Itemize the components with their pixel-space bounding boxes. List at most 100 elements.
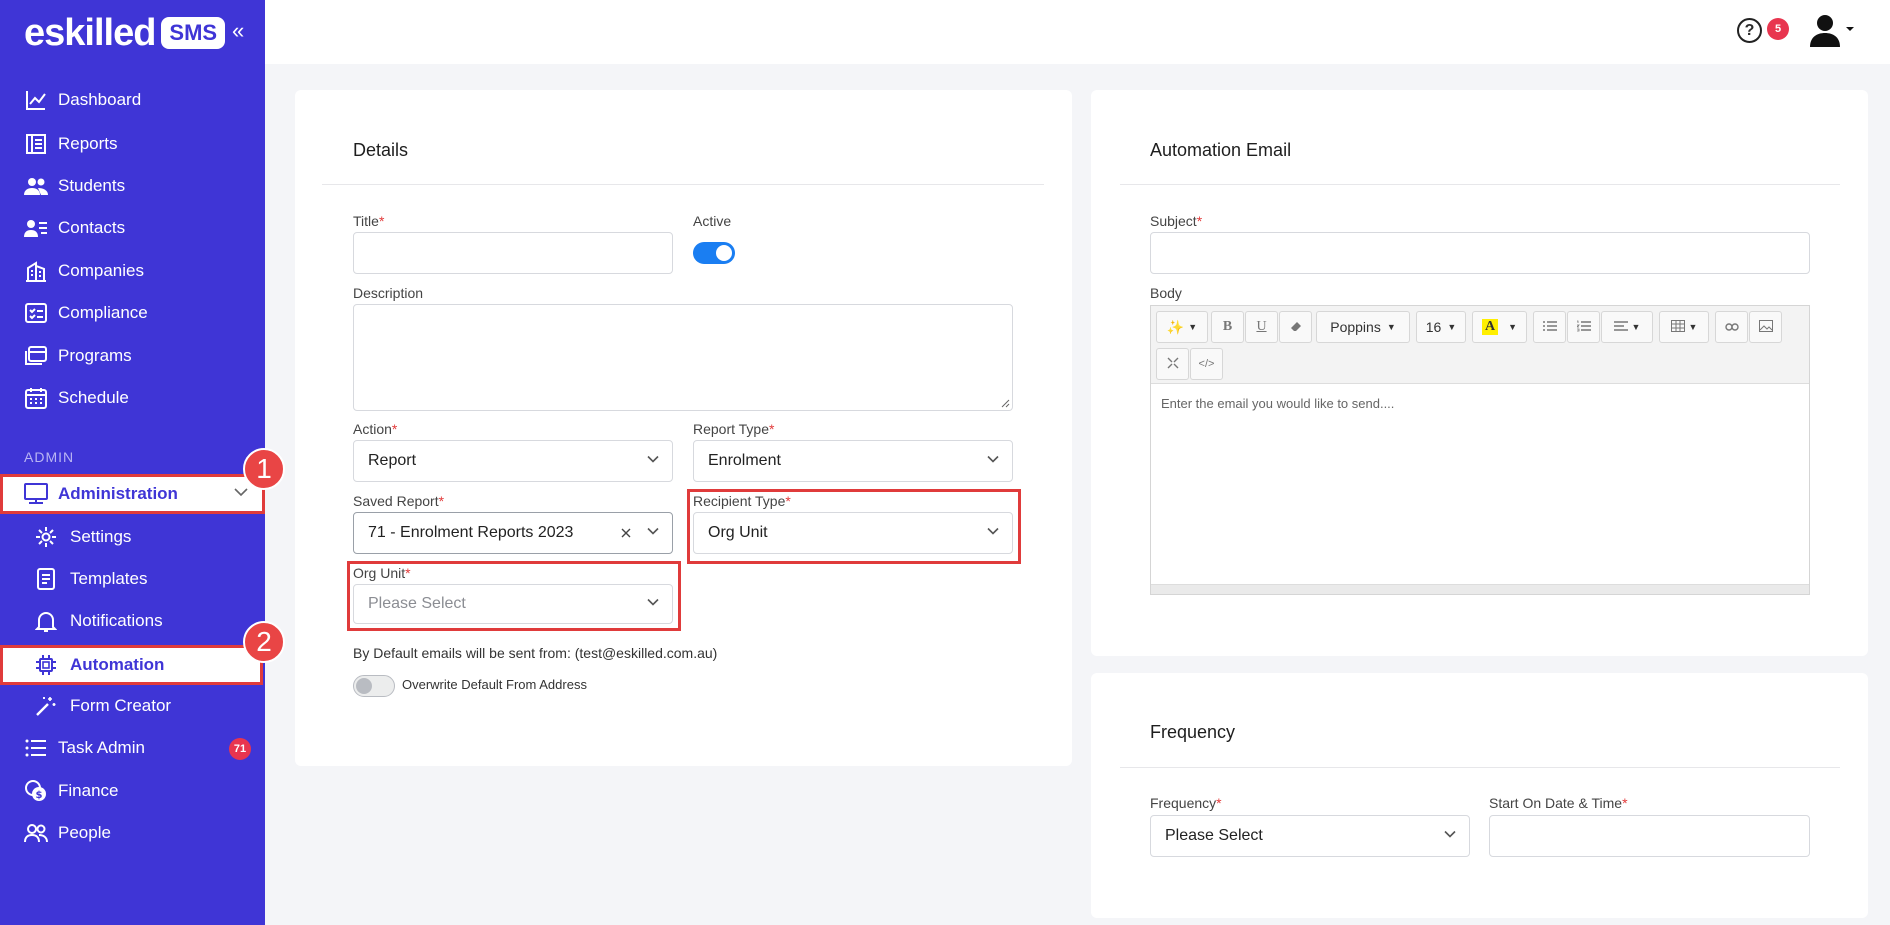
- eraser-button[interactable]: [1279, 311, 1312, 343]
- font-size-value: 16: [1425, 319, 1442, 335]
- recipient-type-label-text: Recipient Type: [693, 493, 786, 509]
- overwrite-toggle[interactable]: [353, 675, 395, 697]
- overwrite-label: Overwrite Default From Address: [402, 677, 587, 692]
- chevron-down-icon: [986, 524, 1000, 543]
- code-view-button[interactable]: </>: [1190, 348, 1223, 380]
- help-icon[interactable]: ?: [1737, 18, 1762, 43]
- students-icon: [24, 174, 48, 198]
- resize-handle-icon[interactable]: [1001, 399, 1010, 408]
- sidebar-item-people[interactable]: People: [0, 813, 265, 853]
- link-button[interactable]: [1715, 311, 1748, 343]
- sidebar-item-form-creator[interactable]: Form Creator: [0, 686, 265, 726]
- start-date-input[interactable]: [1489, 815, 1810, 857]
- saved-report-value: 71 - Enrolment Reports 2023: [368, 524, 574, 541]
- report-icon: [24, 132, 48, 156]
- email-divider: [1120, 184, 1840, 185]
- sidebar-item-reports[interactable]: Reports: [0, 124, 265, 164]
- description-label: Description: [353, 285, 424, 301]
- automation-email-title: Automation Email: [1150, 140, 1292, 160]
- action-select[interactable]: Report: [353, 440, 673, 482]
- brand-name: eskilled: [24, 11, 156, 54]
- sidebar-item-schedule[interactable]: Schedule: [0, 378, 265, 418]
- start-date-label: Start On Date & Time*: [1489, 795, 1628, 811]
- sidebar-item-contacts[interactable]: Contacts: [0, 208, 265, 248]
- editor-resize-bar[interactable]: [1151, 584, 1809, 594]
- fullscreen-button[interactable]: [1156, 348, 1189, 380]
- sidebar-item-settings[interactable]: Settings: [0, 517, 265, 557]
- sidebar-item-task-admin[interactable]: Task Admin 71: [0, 728, 265, 768]
- code-icon: </>: [1198, 358, 1215, 370]
- frequency-select[interactable]: Please Select: [1150, 815, 1470, 857]
- recipient-type-value: Org Unit: [708, 524, 768, 541]
- frequency-title: Frequency: [1150, 722, 1236, 742]
- saved-report-select[interactable]: 71 - Enrolment Reports 2023: [353, 512, 673, 554]
- start-date-label-text: Start On Date & Time: [1489, 795, 1623, 811]
- align-button[interactable]: ▼: [1601, 311, 1653, 343]
- chevron-down-icon: [986, 452, 1000, 471]
- step-marker-1: 1: [243, 448, 285, 490]
- text-color-button[interactable]: A ▼: [1472, 311, 1527, 343]
- eraser-icon: [1290, 319, 1302, 335]
- sidebar-item-programs[interactable]: Programs: [0, 336, 265, 376]
- active-toggle[interactable]: [693, 242, 735, 264]
- action-label: Action*: [353, 421, 398, 437]
- user-avatar-icon[interactable]: [1808, 14, 1856, 53]
- title-label: Title*: [353, 213, 385, 229]
- sidebar-item-automation[interactable]: Automation: [0, 645, 263, 685]
- clear-icon[interactable]: [620, 526, 632, 544]
- sidebar-item-dashboard[interactable]: Dashboard: [0, 80, 265, 120]
- calendar-icon: [24, 386, 48, 410]
- monitor-icon: [24, 482, 48, 506]
- table-button[interactable]: ▼: [1659, 311, 1709, 343]
- bullet-list-button[interactable]: [1533, 311, 1566, 343]
- font-size-select[interactable]: 16 ▼: [1416, 311, 1466, 343]
- title-input[interactable]: [353, 232, 673, 274]
- image-button[interactable]: [1749, 311, 1782, 343]
- org-unit-select[interactable]: Please Select: [353, 584, 673, 624]
- sidebar-item-templates[interactable]: Templates: [0, 559, 265, 599]
- frequency-divider: [1120, 767, 1840, 768]
- sidebar-item-label: Templates: [70, 569, 148, 588]
- sidebar-item-students[interactable]: Students: [0, 166, 265, 206]
- sidebar-item-companies[interactable]: Companies: [0, 251, 265, 291]
- sidebar-item-compliance[interactable]: Compliance: [0, 293, 265, 333]
- contacts-icon: [24, 216, 48, 240]
- report-type-label-text: Report Type: [693, 421, 770, 437]
- sidebar-item-administration[interactable]: Administration: [0, 474, 265, 514]
- coins-icon: $: [24, 779, 48, 803]
- link-icon: [1724, 319, 1739, 335]
- collapse-sidebar-icon[interactable]: «: [232, 18, 244, 44]
- fullscreen-icon: [1167, 356, 1179, 372]
- font-family-select[interactable]: Poppins ▼: [1316, 311, 1410, 343]
- description-textarea[interactable]: [353, 304, 1013, 411]
- recipient-type-select[interactable]: Org Unit: [693, 512, 1013, 554]
- ordered-list-icon: [1575, 319, 1591, 335]
- brand-logo[interactable]: eskilled SMS: [24, 11, 226, 54]
- subject-input[interactable]: [1150, 232, 1810, 274]
- chevron-down-icon: [646, 524, 660, 543]
- underline-button[interactable]: U: [1245, 311, 1278, 343]
- sidebar-item-finance[interactable]: $ Finance: [0, 771, 265, 811]
- sidebar-item-notifications[interactable]: Notifications: [0, 601, 265, 641]
- action-label-text: Action: [353, 421, 392, 437]
- sidebar-item-label: Contacts: [58, 218, 126, 237]
- org-unit-label: Org Unit*: [353, 565, 411, 581]
- table-icon: [1670, 319, 1685, 335]
- ordered-list-button[interactable]: [1567, 311, 1600, 343]
- sidebar: eskilled SMS « Dashboard Reports Student…: [0, 0, 265, 925]
- org-unit-placeholder: Please Select: [368, 595, 466, 612]
- list-icon: [24, 736, 48, 760]
- subject-label-text: Subject: [1150, 213, 1197, 229]
- report-type-select[interactable]: Enrolment: [693, 440, 1013, 482]
- details-divider: [322, 184, 1044, 185]
- email-body-editor: ✨ ▼ B U Poppins ▼ 16 ▼ A ▼ ▼ ▼ </> Enter the…: [1150, 305, 1810, 595]
- sidebar-item-label: Task Admin: [58, 738, 145, 757]
- sidebar-item-label: Automation: [70, 655, 165, 674]
- frequency-label-text: Frequency: [1150, 795, 1217, 811]
- bold-button[interactable]: B: [1211, 311, 1244, 343]
- style-magic-button[interactable]: ✨ ▼: [1156, 311, 1208, 343]
- font-family-value: Poppins: [1330, 319, 1381, 335]
- email-body-placeholder[interactable]: Enter the email you would like to send..…: [1161, 396, 1394, 411]
- gear-icon: [34, 525, 58, 549]
- editor-toolbar: ✨ ▼ B U Poppins ▼ 16 ▼ A ▼ ▼ ▼ </>: [1151, 306, 1809, 384]
